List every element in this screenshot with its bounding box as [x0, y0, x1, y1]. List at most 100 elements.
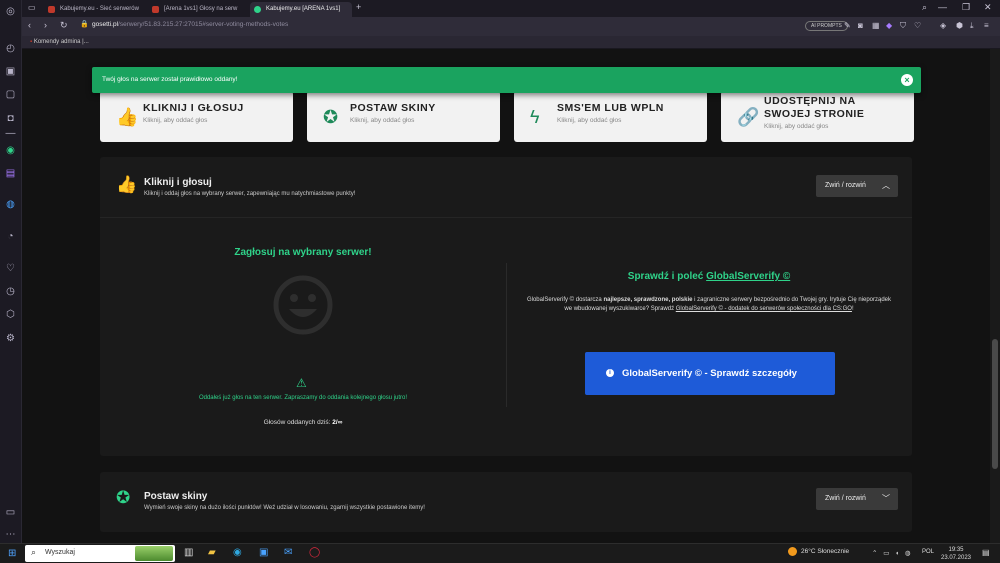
tab-3-active[interactable]: Kabujemy.eu [ARENA 1vs1]: [250, 2, 352, 17]
bookmark-item[interactable]: ▪ Komendy admina |...: [30, 39, 89, 45]
card-title-line: SWOJEJ STRONIE: [764, 108, 865, 120]
messenger-icon[interactable]: ◍: [4, 198, 17, 211]
forward-icon[interactable]: ›: [44, 20, 47, 30]
ai-prompts-button[interactable]: AI PROMPTS: [805, 21, 848, 31]
toggle-label: Zwiń / rozwiń: [825, 495, 866, 502]
chatgpt-icon[interactable]: ◉: [4, 144, 17, 157]
weather-widget[interactable]: 26°C Słonecznie: [788, 547, 849, 556]
tab-favicon-icon: [152, 6, 159, 13]
download-icon[interactable]: ⤓: [970, 21, 974, 31]
new-tab-icon[interactable]: +: [356, 2, 361, 12]
system-tray-icons[interactable]: ⌃ ▭ ◖ ◍: [872, 549, 913, 557]
vote-method-card-sms[interactable]: ϟ SMS'EM LUB WPLN Kliknij, aby oddać gło…: [514, 91, 707, 142]
restore-icon[interactable]: ❐: [962, 2, 970, 13]
panel-divider: [100, 217, 912, 218]
windows-taskbar: ⊞ ⌕ Wyszukaj ▥ ▰ ◉ ▣ ✉ ◯ 26°C Słonecznie…: [0, 543, 1000, 563]
collapse-toggle-button[interactable]: Zwiń / rozwiń ﹀: [816, 488, 898, 510]
panel-subtitle: Kliknij i oddaj głos na wybrany serwer, …: [144, 191, 356, 197]
gs-desc-end: !: [851, 306, 854, 312]
edit-icon[interactable]: ✎: [844, 21, 851, 30]
discord-icon[interactable]: ▤: [4, 167, 17, 180]
tab-title: Kabujemy.eu [ARENA 1vs1]: [266, 6, 341, 12]
history-icon[interactable]: ◷: [4, 285, 17, 298]
language-indicator[interactable]: POL: [922, 549, 934, 555]
card-subtitle: Kliknij, aby oddać głos: [350, 117, 415, 124]
twitch-icon[interactable]: ▢: [4, 88, 17, 101]
bookmark-favicon-icon: ▪: [30, 39, 33, 45]
bag-icon[interactable]: ▣: [4, 65, 17, 78]
player-icon[interactable]: ◔: [4, 230, 17, 243]
vote-method-card-skins[interactable]: ✪ POSTAW SKINY Kliknij, aby oddać głos: [307, 91, 500, 142]
extensions-icon[interactable]: ⬢: [956, 21, 963, 30]
award-icon: ✪: [116, 488, 131, 507]
panel-skins: ✪ Postaw skiny Wymień swoje skiny na duż…: [100, 472, 912, 532]
card-title: POSTAW SKINY: [350, 102, 436, 114]
search-tabs-icon[interactable]: ⌕: [922, 2, 927, 13]
camera-icon[interactable]: ◙: [858, 21, 863, 30]
collapse-toggle-button[interactable]: Zwiń / rozwiń ︿: [816, 175, 898, 197]
gs-title-link[interactable]: GlobalServerify ©: [706, 271, 790, 282]
gs-desc-link[interactable]: GlobalServerify © - dodatek do serwerów …: [676, 306, 852, 312]
page-content: 👍 KLIKNIJ I GŁOSUJ Kliknij, aby oddać gł…: [22, 49, 990, 543]
shield-icon[interactable]: ⛉: [900, 21, 906, 31]
url-path: /serwery/51.83.215.27:27015#server-votin…: [118, 21, 289, 28]
cube-icon[interactable]: ◈: [940, 21, 946, 30]
search-highlight-image: [135, 546, 173, 561]
more-icon[interactable]: ⋯: [4, 528, 17, 541]
scrollbar-thumb[interactable]: [992, 339, 998, 469]
url-field[interactable]: gosetti.pl/serwery/51.83.215.27:27015#se…: [92, 21, 288, 28]
button-label: GlobalServerify © - Sprawdź szczegóły: [622, 368, 797, 379]
extension-icon[interactable]: ▦: [872, 21, 880, 30]
vpn-icon[interactable]: ◆: [886, 21, 892, 30]
screenshot-icon[interactable]: ▭: [4, 506, 17, 519]
card-title: SMS'EM LUB WPLN: [557, 102, 664, 114]
close-icon[interactable]: ×: [901, 74, 913, 86]
taskbar-search[interactable]: ⌕ Wyszukaj: [25, 545, 175, 562]
search-placeholder: Wyszukaj: [45, 549, 75, 556]
panel-title: Kliknij i głosuj: [144, 177, 212, 188]
minimize-icon[interactable]: —: [938, 2, 947, 12]
close-window-icon[interactable]: ✕: [984, 2, 992, 13]
tab-1[interactable]: Kabujemy.eu - Sieć serwerów: [44, 2, 146, 17]
reload-icon[interactable]: ↻: [60, 20, 68, 31]
vote-method-card-share[interactable]: 🔗 UDOSTĘPNIJ NA SWOJEJ STRONIE Kliknij, a…: [721, 91, 914, 142]
success-toast: Twój głos na serwer został prawidłowo od…: [92, 67, 921, 93]
back-icon[interactable]: ‹: [28, 20, 31, 30]
task-view-icon[interactable]: ▥: [184, 547, 193, 558]
opera-taskbar-icon[interactable]: ◯: [309, 547, 320, 558]
thumbs-up-icon: 👍: [116, 175, 138, 194]
speed-dial-icon[interactable]: ◴: [4, 42, 17, 55]
opera-logo-icon[interactable]: ◎: [4, 5, 17, 18]
windows-start-icon[interactable]: ⊞: [8, 548, 16, 559]
lock-icon: 🔒: [80, 21, 89, 28]
bookmark-label: Komendy admina |...: [33, 39, 89, 45]
panel-subtitle: Wymień swoje skiny na dużo ilości punktó…: [144, 505, 425, 511]
tab-title: [Arena 1vs1] Głosy na serw: [164, 6, 238, 12]
panel-title: Postaw skiny: [144, 491, 208, 502]
search-icon: ⌕: [31, 547, 37, 557]
edge-icon[interactable]: ◉: [233, 547, 242, 558]
tab-menu-icon[interactable]: ▭: [28, 3, 36, 12]
tab-2[interactable]: [Arena 1vs1] Głosy na serw: [148, 2, 250, 17]
bookmark-heart-icon[interactable]: ♡: [914, 21, 921, 30]
panel-click-vote: 👍 Kliknij i głosuj Kliknij i oddaj głos …: [100, 157, 912, 456]
weather-text: 26°C Słonecznie: [801, 548, 850, 556]
clock[interactable]: 19:35 23.07.2023: [938, 546, 974, 562]
vote-method-card-click[interactable]: 👍 KLIKNIJ I GŁOSUJ Kliknij, aby oddać gł…: [100, 91, 293, 142]
heart-icon[interactable]: ♡: [4, 262, 17, 275]
notifications-icon[interactable]: ▤: [982, 548, 990, 557]
card-title: UDOSTĘPNIJ NA SWOJEJ STRONIE: [764, 95, 864, 121]
instagram-icon[interactable]: ◘: [4, 112, 17, 125]
scrollbar[interactable]: [990, 49, 1000, 543]
time: 19:35: [948, 547, 964, 553]
store-icon[interactable]: ▣: [259, 547, 268, 558]
settings-icon[interactable]: ⚙: [4, 332, 17, 345]
menu-icon[interactable]: ≡: [984, 21, 989, 30]
globalserverify-details-button[interactable]: i GlobalServerify © - Sprawdź szczegóły: [585, 352, 835, 395]
tab-favicon-icon: [254, 6, 261, 13]
box-icon[interactable]: ⬡: [4, 308, 17, 321]
card-title: KLIKNIJ I GŁOSUJ: [143, 102, 244, 114]
smiley-icon: [273, 275, 333, 335]
mail-icon[interactable]: ✉: [284, 547, 292, 558]
file-explorer-icon[interactable]: ▰: [208, 547, 216, 558]
